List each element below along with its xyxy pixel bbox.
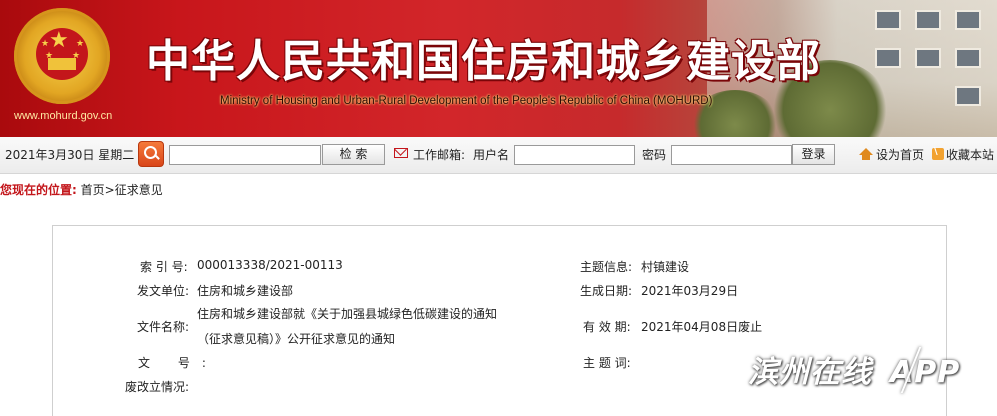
search-button[interactable]: 检 索 xyxy=(322,144,385,165)
site-title: 中华人民共和国住房和城乡建设部 xyxy=(146,36,821,87)
breadcrumb-current-link[interactable]: 征求意见 xyxy=(115,183,163,197)
search-icon[interactable] xyxy=(138,141,164,167)
date-label: 生成日期: xyxy=(580,284,633,298)
mail-icon xyxy=(394,148,408,158)
emblem-icon: ★ ★ ★ ★ ★ xyxy=(14,8,110,104)
validity-label: 有 效 期: xyxy=(583,320,631,334)
issuer-label: 发文单位: xyxy=(137,284,190,298)
site-url: www.mohurd.gov.cn xyxy=(14,110,113,122)
bookmark-icon xyxy=(932,146,944,160)
search-input[interactable] xyxy=(169,145,321,165)
topic-value: 村镇建设 xyxy=(641,260,690,274)
date-value: 2021年03月29日 xyxy=(641,284,739,298)
breadcrumb: 您现在的位置: 首页>征求意见 xyxy=(0,181,163,199)
filename-line-2: （征求意见稿）》公开征求意见的通知 xyxy=(197,332,396,346)
bookmark-link[interactable]: 收藏本站 xyxy=(946,137,994,173)
current-date: 2021年3月30日 星期二 xyxy=(5,148,135,162)
filename-line-1: 住房和城乡建设部就《关于加强县城绿色低碳建设的通知 xyxy=(197,307,498,321)
password-input[interactable] xyxy=(671,145,792,165)
login-button[interactable]: 登录 xyxy=(792,144,835,165)
building-window xyxy=(915,48,941,68)
filename-label: 文件名称: xyxy=(137,320,190,334)
issuer-value: 住房和城乡建设部 xyxy=(197,284,294,298)
watermark-text-left: 滨州在线 xyxy=(748,355,872,390)
index-label: 索 引 号: xyxy=(140,260,188,274)
set-home-link[interactable]: 设为首页 xyxy=(876,137,924,173)
site-subtitle: Ministry of Housing and Urban-Rural Deve… xyxy=(220,95,713,107)
building-window xyxy=(955,10,981,30)
index-value: 000013338/2021-00113 xyxy=(197,258,343,272)
validity-value: 2021年04月08日废止 xyxy=(641,320,763,334)
building-window xyxy=(875,10,901,30)
watermark: 滨州在线 APP xyxy=(748,347,961,393)
site-banner: ★ ★ ★ ★ ★ www.mohurd.gov.cn 中华人民共和国住房和城乡… xyxy=(0,0,997,137)
password-label: 密码 xyxy=(642,148,667,162)
username-label: 用户名 xyxy=(473,148,510,162)
breadcrumb-label: 您现在的位置: xyxy=(0,183,77,197)
building-window xyxy=(875,48,901,68)
watermark-text-right: APP xyxy=(890,355,961,390)
building-window xyxy=(915,10,941,30)
docno-label: 文 号: xyxy=(138,356,218,370)
breadcrumb-separator: > xyxy=(104,183,115,197)
home-icon xyxy=(859,148,873,160)
building-window xyxy=(955,86,981,106)
status-label: 废改立情况: xyxy=(125,380,190,394)
breadcrumb-home-link[interactable]: 首页 xyxy=(81,183,105,197)
keywords-label: 主 题 词: xyxy=(583,356,631,370)
building-window xyxy=(955,48,981,68)
topic-label: 主题信息: xyxy=(580,260,633,274)
mail-label: 工作邮箱: xyxy=(413,148,466,162)
username-input[interactable] xyxy=(514,145,635,165)
